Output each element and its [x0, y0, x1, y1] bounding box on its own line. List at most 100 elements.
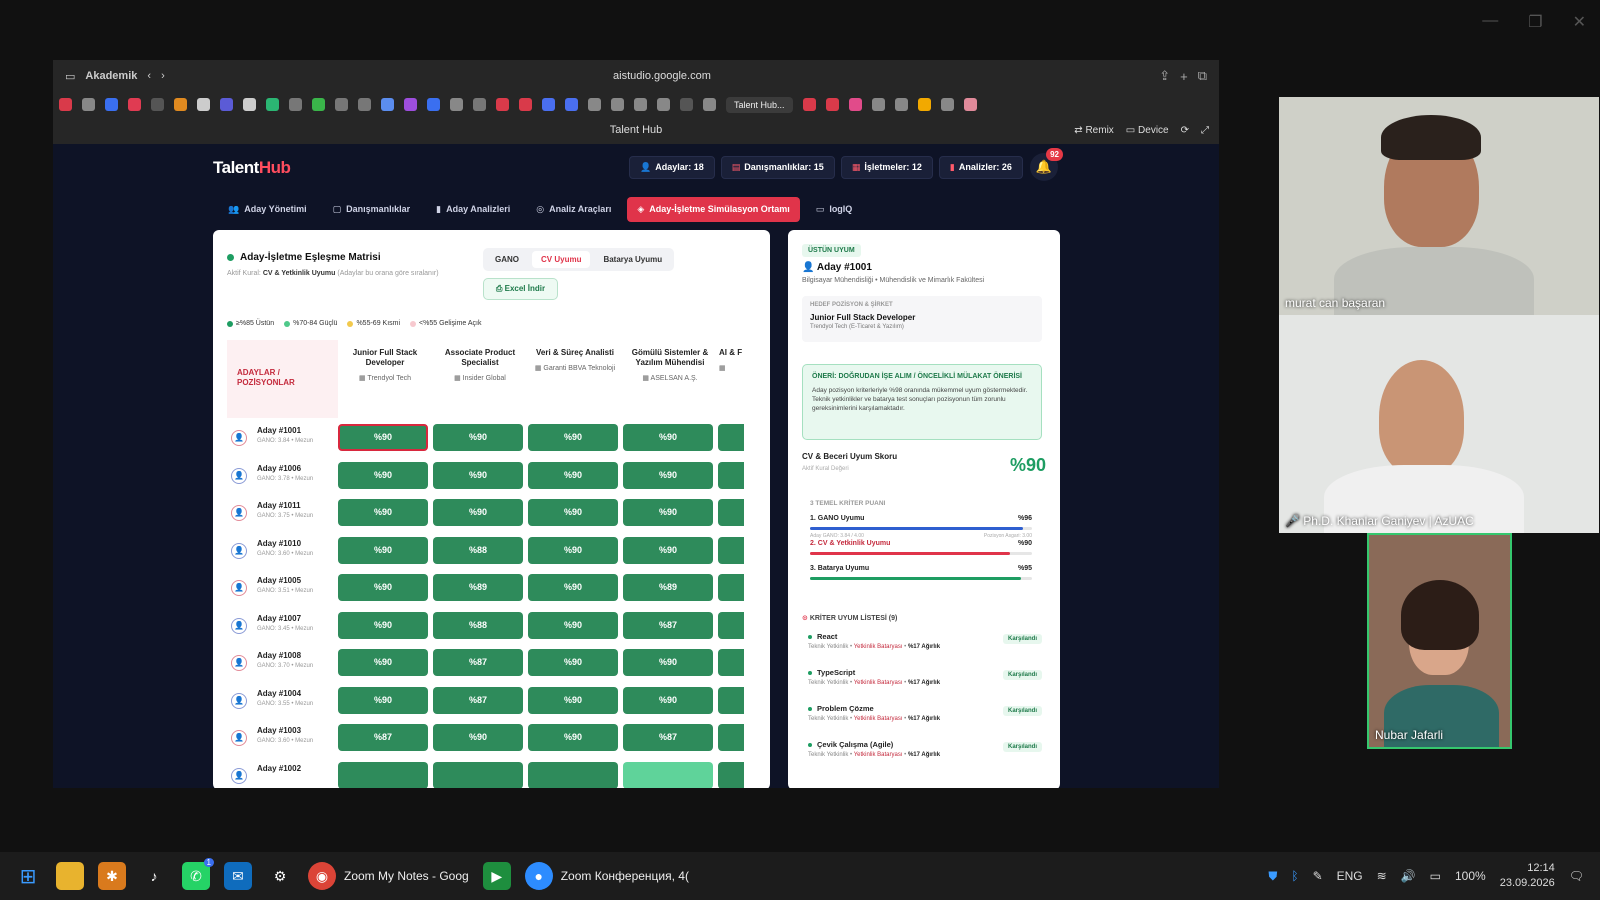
app-icon[interactable]: ✱	[98, 862, 126, 890]
bookmark-favicon-icon[interactable]	[565, 98, 578, 111]
match-cell[interactable]: %90	[623, 686, 713, 714]
row-header[interactable]: 👤 Aday #1003 GANO: 3.60 • Mezun	[231, 726, 341, 756]
bookmark-favicon-icon[interactable]	[59, 98, 72, 111]
match-cell[interactable]: %89	[433, 574, 523, 601]
nav-item-5[interactable]: ◈ Aday-İşletme Simülasyon Ortamı	[627, 196, 800, 222]
bookmark-favicon-icon[interactable]	[358, 98, 371, 111]
match-cell[interactable]	[528, 761, 618, 788]
bookmark-favicon-icon[interactable]	[473, 98, 486, 111]
tabs-overview-icon[interactable]: ⧉	[1198, 68, 1207, 84]
bookmark-favicon-icon[interactable]	[427, 98, 440, 111]
active-tab[interactable]: Talent Hub...	[726, 96, 793, 113]
device-button[interactable]: ▭ Device	[1126, 117, 1169, 144]
match-cell[interactable]: %90	[623, 424, 713, 451]
metric-tab-3[interactable]: Batarya Uyumu	[594, 251, 671, 268]
bookmark-favicon-icon[interactable]	[963, 98, 977, 111]
bookmark-favicon-icon[interactable]	[802, 98, 816, 111]
match-cell-partial[interactable]	[718, 499, 744, 526]
close-icon[interactable]: ✕	[1573, 12, 1586, 32]
row-header[interactable]: 👤 Aday #1007 GANO: 3.45 • Mezun	[231, 614, 341, 644]
bookmark-favicon-icon[interactable]	[848, 98, 862, 111]
row-header[interactable]: 👤 Aday #1005 GANO: 3.51 • Mezun	[231, 576, 341, 606]
match-cell[interactable]: %90	[623, 499, 713, 526]
match-cell[interactable]: %90	[528, 686, 618, 714]
whatsapp-icon[interactable]: ✆ 1	[182, 858, 214, 890]
match-cell[interactable]: %89	[623, 574, 713, 601]
row-header[interactable]: 👤 Aday #1001 GANO: 3.84 • Mezun	[231, 426, 341, 456]
match-cell[interactable]: %90	[528, 499, 618, 526]
chatgpt-icon[interactable]: ⚙	[266, 862, 294, 890]
match-cell[interactable]: %88	[433, 536, 523, 564]
bookmark-favicon-icon[interactable]	[588, 98, 601, 111]
match-cell-partial[interactable]	[718, 611, 744, 639]
match-cell[interactable]: %90	[338, 536, 428, 564]
stat-3[interactable]: ▦ İşletmeler: 12	[840, 156, 933, 179]
match-cell-partial[interactable]	[718, 424, 744, 451]
bookmark-favicon-icon[interactable]	[703, 98, 716, 111]
bookmark-favicon-icon[interactable]	[243, 98, 256, 111]
match-cell[interactable]: %90	[528, 461, 618, 489]
match-cell[interactable]: %90	[528, 574, 618, 601]
match-cell-partial[interactable]	[718, 761, 744, 788]
match-cell[interactable]: %87	[338, 724, 428, 751]
match-cell[interactable]: %90	[433, 461, 523, 489]
logo[interactable]: TalentHub	[213, 158, 291, 178]
bookmark-favicon-icon[interactable]	[542, 98, 555, 111]
match-cell[interactable]: %90	[338, 461, 428, 489]
bookmark-favicon-icon[interactable]	[220, 98, 233, 111]
taskbar-item-chrome[interactable]: Zoom My Notes - Goog	[344, 869, 469, 883]
bookmark-favicon-icon[interactable]	[289, 98, 302, 111]
match-cell[interactable]: %90	[338, 686, 428, 714]
tiktok-icon[interactable]: ♪	[140, 862, 168, 890]
match-cell[interactable]: %87	[623, 611, 713, 639]
nav-item-1[interactable]: 👥 Aday Yönetimi	[218, 197, 317, 222]
wifi-icon[interactable]: ≋	[1377, 869, 1387, 883]
volume-icon[interactable]: 🔊	[1401, 869, 1416, 883]
match-cell[interactable]: %90	[338, 611, 428, 639]
match-cell[interactable]	[433, 761, 523, 788]
match-cell-partial[interactable]	[718, 536, 744, 564]
bookmark-favicon-icon[interactable]	[871, 98, 885, 111]
match-cell[interactable]: %90	[528, 536, 618, 564]
match-cell[interactable]: %90	[338, 574, 428, 601]
match-cell[interactable]: %87	[623, 724, 713, 751]
notifications-icon[interactable]: 🗨	[1569, 869, 1584, 883]
meet-icon[interactable]: ▶	[482, 862, 511, 890]
bookmark-favicon-icon[interactable]	[151, 98, 164, 111]
match-cell[interactable]: %90	[338, 424, 428, 451]
requirement-item[interactable]: React Teknik Yetkinlik • Yetkinlik Batary…	[808, 632, 1042, 650]
bookmark-favicon-icon[interactable]	[680, 98, 693, 111]
new-tab-icon[interactable]: +	[1180, 69, 1188, 84]
restore-icon[interactable]: ❐	[1528, 12, 1542, 32]
bookmark-favicon-icon[interactable]	[128, 98, 141, 111]
column-header[interactable]: Associate Product Specialist ▦ Insider Gl…	[434, 348, 526, 384]
metric-tab-2[interactable]: CV Uyumu	[532, 251, 591, 268]
bluetooth-icon[interactable]: ᛒ	[1291, 869, 1298, 883]
fullscreen-icon[interactable]: ⤢	[1201, 117, 1209, 144]
minimize-icon[interactable]: —	[1482, 12, 1498, 32]
match-cell[interactable]: %90	[623, 649, 713, 676]
bookmark-favicon-icon[interactable]	[381, 98, 394, 111]
bookmark-favicon-icon[interactable]	[519, 98, 532, 111]
nav-item-6[interactable]: ▭ IogIQ	[806, 197, 863, 222]
bookmark-favicon-icon[interactable]	[450, 98, 463, 111]
match-cell[interactable]: %90	[623, 536, 713, 564]
match-cell[interactable]: %87	[433, 649, 523, 676]
stat-2[interactable]: ▤ Danışmanlıklar: 15	[720, 156, 835, 179]
bookmark-favicon-icon[interactable]	[197, 98, 210, 111]
url-text[interactable]: aistudio.google.com	[432, 70, 892, 82]
match-cell-partial[interactable]	[718, 461, 744, 489]
requirement-item[interactable]: TypeScript Teknik Yetkinlik • Yetkinlik B…	[808, 668, 1042, 686]
column-header[interactable]: Junior Full Stack Developer ▦ Trendyol Te…	[339, 348, 431, 384]
bookmark-favicon-icon[interactable]	[266, 98, 279, 111]
bookmark-favicon-icon[interactable]	[174, 98, 187, 111]
match-cell[interactable]: %90	[528, 724, 618, 751]
taskbar-item-zoom[interactable]: Zoom Конференция, 4(	[561, 869, 689, 883]
match-cell[interactable]: %90	[528, 611, 618, 639]
bookmark-favicon-icon[interactable]	[825, 98, 839, 111]
video-tile-1[interactable]: murat can başaran	[1279, 97, 1599, 315]
bookmark-favicon-icon[interactable]	[496, 98, 509, 111]
share-icon[interactable]: ⇪	[1159, 68, 1170, 84]
nav-item-2[interactable]: ▢ Danışmanlıklar	[323, 197, 421, 222]
match-cell-partial[interactable]	[718, 724, 744, 751]
